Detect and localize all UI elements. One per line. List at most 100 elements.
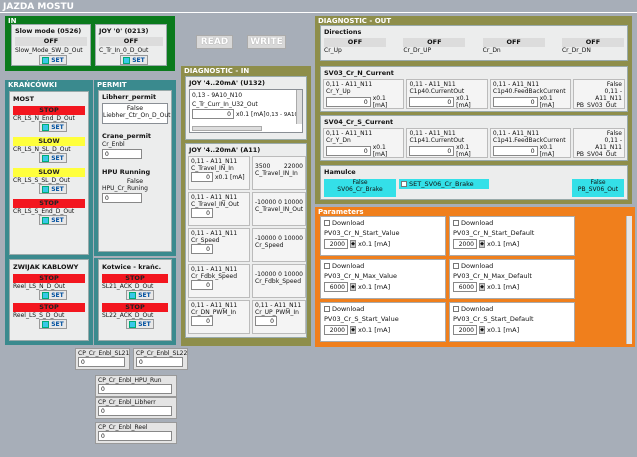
joy132-hscroll[interactable] bbox=[192, 126, 262, 131]
download-checkbox[interactable]: Download bbox=[453, 305, 571, 313]
cell-source: 0,11 - A11_N11 bbox=[255, 302, 302, 309]
direction-item: OFF Cr_Up bbox=[324, 38, 386, 54]
parameter-value-input[interactable]: 6000 bbox=[453, 282, 477, 292]
parameter-value-input[interactable]: 6000 bbox=[324, 282, 348, 292]
sv-label: Cr_Y_Dn bbox=[326, 137, 351, 144]
krancowki-title: KRAŃCÓWKI bbox=[8, 81, 57, 89]
liebherr-name: Liebher_Ctr_On_D_Out bbox=[103, 112, 171, 119]
spinner-icon[interactable]: ◆ bbox=[479, 283, 485, 291]
spinner-icon[interactable]: ◆ bbox=[350, 240, 356, 248]
sv-source: 0,11 - A11_N11 bbox=[409, 81, 456, 88]
download-checkbox[interactable]: Download bbox=[453, 262, 571, 270]
sv-source: 0,11 - A11_N11 bbox=[409, 130, 456, 137]
cell-label: C_Travel_IN_Out bbox=[255, 206, 304, 213]
crane-name: Cr_Enbl bbox=[102, 141, 125, 148]
sv-fb-state: False bbox=[606, 130, 622, 137]
write-button[interactable]: WRITE bbox=[247, 35, 286, 49]
sv-value: 0 bbox=[492, 146, 538, 156]
reel-switch-state: STOP bbox=[13, 303, 85, 312]
sv-unit: x0.1 [mA] bbox=[539, 144, 555, 158]
joy132-scroll-area[interactable]: 0,13 - 9A10_N10 C_Tr_Curr_In_U32_Out 0 x… bbox=[189, 89, 303, 133]
kotwice-title: Kotwice - krańc. bbox=[102, 263, 162, 271]
hpu-name: HPU_Cr_Runing bbox=[102, 185, 148, 192]
parameter-unit: x0.1 [mA] bbox=[358, 283, 391, 291]
joy132-vscroll[interactable] bbox=[296, 90, 302, 124]
direction-state: OFF bbox=[482, 38, 545, 47]
cell-label: Cr_Speed bbox=[191, 237, 220, 244]
range-min: -10000 0 bbox=[255, 271, 282, 278]
cell-label: C_Travel_IN_Out bbox=[191, 201, 240, 208]
pb-sv06-indicator: False PB_SV06_Out bbox=[572, 179, 624, 197]
parameter-value-input[interactable]: 2000 bbox=[324, 239, 348, 249]
download-checkbox[interactable]: Download bbox=[324, 262, 442, 270]
joy0-set-button[interactable]: SET bbox=[120, 55, 148, 65]
directions-box: Directions OFF Cr_Up OFF Cr_Dr_UP OFF Cr_Dn OF… bbox=[320, 25, 628, 61]
diag-cell: -10000 0 10000 Cr_Speed bbox=[252, 228, 306, 262]
parameter-unit: x0.1 [mA] bbox=[487, 240, 520, 248]
sv-value: 0 bbox=[409, 146, 455, 156]
hamulce-title: Hamulce bbox=[324, 168, 356, 176]
joy132-title: JOY '4..20mA' (U132) bbox=[189, 79, 266, 87]
limit-switch-state: STOP bbox=[13, 106, 85, 115]
parameter-value-input[interactable]: 2000 bbox=[453, 239, 477, 249]
crane-value: 0 bbox=[102, 149, 142, 159]
parameter-unit: x0.1 [mA] bbox=[487, 283, 520, 291]
direction-state: OFF bbox=[324, 38, 386, 47]
diag-in-title: DIAGNOSTIC - IN bbox=[184, 67, 250, 75]
spinner-icon[interactable]: ◆ bbox=[479, 326, 485, 334]
read-button[interactable]: READ bbox=[196, 35, 233, 49]
sv-label: C1p41.CurrentOut bbox=[409, 137, 465, 144]
sv-fb-source: 0,11 - A11_N11 bbox=[595, 88, 622, 102]
parameters-scroll[interactable]: Download PV03_Cr_N_Start_Value 2000 ◆ x0.1 [… bbox=[320, 216, 625, 344]
checkbox-icon bbox=[42, 216, 50, 224]
spinner-icon[interactable]: ◆ bbox=[350, 326, 356, 334]
diag-cell: 0,11 - A11_N11 C_Travel_IN_In 0 x0.1 [mA] bbox=[188, 156, 250, 190]
cell-source: 0,11 - A11_N11 bbox=[191, 230, 238, 237]
reel-switch-item: STOP Reel_LS_N_D_Out SET bbox=[10, 274, 88, 300]
slow-mode-set-button[interactable]: SET bbox=[39, 55, 67, 65]
parameter-value-input[interactable]: 2000 bbox=[453, 325, 477, 335]
limit-switch-name: CR_LS_N_SL_D_Out bbox=[13, 146, 71, 153]
diag-cell: 0,11 - A11_N11 Cr_Fdbk_Speed 0 bbox=[188, 264, 250, 298]
checkbox-icon bbox=[324, 263, 330, 269]
liebherr-indicator: False Liebher_Ctr_On_D_Out bbox=[102, 103, 171, 124]
joy0-box: JOY '0' (0213) OFF C_Tr_In_0_D_Out SET bbox=[95, 24, 167, 66]
limit-switch-state: SLOW bbox=[13, 168, 85, 177]
limit-switch-set-button[interactable]: SET bbox=[39, 153, 67, 163]
limit-switch-name: CR_LS_N_End_D_Out bbox=[13, 115, 75, 122]
reel-switch-set-button[interactable]: SET bbox=[39, 290, 67, 300]
anchor-switch-set-button[interactable]: SET bbox=[126, 290, 154, 300]
limit-switch-set-button[interactable]: SET bbox=[39, 122, 67, 132]
cell-source: 0,11 - A11_N11 bbox=[191, 158, 238, 165]
spinner-icon[interactable]: ◆ bbox=[479, 240, 485, 248]
parameters-scrollbar[interactable] bbox=[626, 216, 632, 344]
anchor-switch-state: STOP bbox=[102, 303, 168, 312]
parameter-value-input[interactable]: 2000 bbox=[324, 325, 348, 335]
sv-fb-label: PB_SV04_Out bbox=[576, 151, 617, 158]
sv-cell: 0,11 - A11_N11 C1p40.CurrentOut 0 x0.1 [mA] bbox=[406, 79, 488, 109]
permit-box: Libherr_permit False Liebher_Ctr_On_D_Ou… bbox=[98, 90, 172, 252]
anchor-switch-set-button[interactable]: SET bbox=[126, 319, 154, 329]
sv-source: 0,11 - A11_N11 bbox=[492, 81, 540, 88]
cell-source: 0,11 - A11_N11 bbox=[191, 302, 238, 309]
checkbox-icon bbox=[42, 291, 50, 299]
bottom-cp-item: CP_Cr_Enbl_SL22 0 bbox=[133, 348, 188, 370]
anchor-switch-state: STOP bbox=[102, 274, 168, 283]
set-brake-button[interactable]: SET_SV06_Cr_Brake bbox=[399, 179, 489, 189]
sv-unit: x0.1 [mA] bbox=[539, 95, 555, 109]
download-checkbox[interactable]: Download bbox=[453, 219, 571, 227]
slow-mode-name: Slow_Mode_SW_D_Out bbox=[15, 47, 83, 54]
page-title: JAZDA MOSTU bbox=[3, 2, 74, 12]
download-checkbox[interactable]: Download bbox=[324, 305, 442, 313]
limit-switch-item: SLOW CR_LS_N_SL_D_Out SET bbox=[10, 137, 88, 163]
direction-state: OFF bbox=[403, 38, 466, 47]
cp-value: 0 bbox=[98, 384, 172, 394]
sv-value: 0 bbox=[326, 97, 371, 107]
limit-switch-set-button[interactable]: SET bbox=[39, 184, 67, 194]
spinner-icon[interactable]: ◆ bbox=[350, 283, 356, 291]
download-checkbox[interactable]: Download bbox=[324, 219, 442, 227]
range-min: -10000 0 bbox=[255, 235, 282, 242]
reel-switch-set-button[interactable]: SET bbox=[39, 319, 67, 329]
sv-cell: 0,11 - A11_N11 C1p40.FeedBackCurrent 0 x0.1… bbox=[489, 79, 572, 109]
limit-switch-set-button[interactable]: SET bbox=[39, 215, 67, 225]
